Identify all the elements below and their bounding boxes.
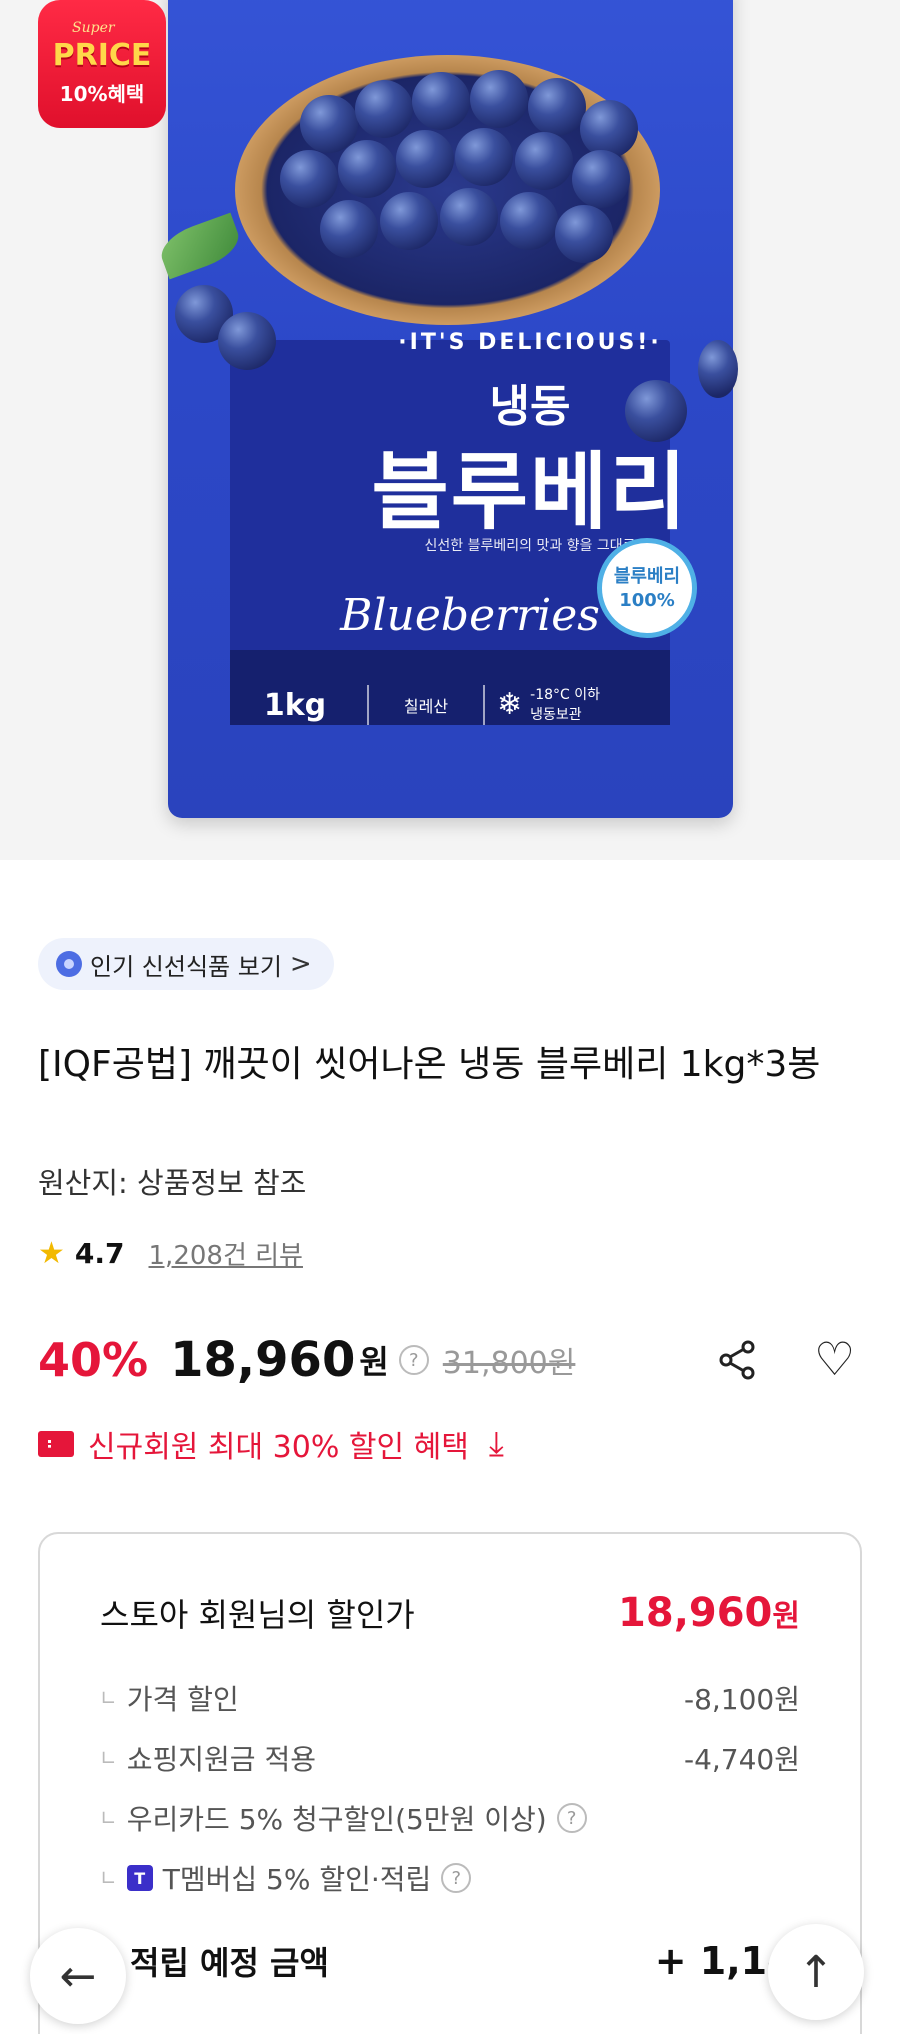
- rating-row: ★ 4.7 1,208건 리뷰: [38, 1235, 303, 1272]
- blueberry-illustration: [440, 188, 498, 246]
- storage-text: -18°C 이하 냉동보관: [530, 685, 600, 725]
- coupon-label: 신규회원 최대 30% 할인 혜택: [88, 1430, 469, 1465]
- line-label: 우리카드 5% 청구할인(5만원 이상): [126, 1803, 547, 1836]
- blueberry-illustration: [280, 150, 338, 208]
- arrow-up-icon: ↑: [797, 1946, 835, 1998]
- corner-icon: ∟: [100, 1686, 117, 1710]
- star-icon: ★: [38, 1236, 65, 1271]
- member-price-header: 스토아 회원님의 할인가 18,960원: [100, 1590, 800, 1636]
- corner-icon: ∟: [100, 1866, 117, 1890]
- blueberry-illustration: [355, 80, 413, 138]
- arrow-left-icon: ←: [59, 1950, 97, 2002]
- package-script-text: Blueberries: [340, 590, 600, 641]
- storage-line: -18°C 이하: [530, 687, 600, 703]
- blueberry-100-badge: 블루베리 100%: [597, 538, 697, 638]
- snowflake-icon: ❄: [497, 687, 523, 722]
- coupon-icon: [38, 1431, 74, 1457]
- chevron-right-icon: >: [289, 949, 312, 979]
- member-price-value: 18,960: [618, 1590, 773, 1636]
- badge-super-text: Super: [72, 20, 115, 36]
- blueberry-illustration: [515, 132, 573, 190]
- package-weight: 1kg: [263, 687, 327, 723]
- price-row: 40% 18,960 원 ? 31,800원 ♡: [38, 1330, 868, 1390]
- currency-unit: 원: [772, 1599, 800, 1634]
- product-image[interactable]: ·IT'S DELICIOUS!· 냉동 블루베리 신선한 블루베리의 맛과 향…: [0, 0, 900, 860]
- discount-line: ∟ T T멤버십 5% 할인·적립 ?: [100, 1858, 800, 1898]
- discount-line: ∟ 쇼핑지원금 적용 -4,740원: [100, 1738, 800, 1778]
- sale-price: 18,960: [170, 1332, 356, 1388]
- badge-line: 블루베리: [613, 566, 681, 587]
- storage-line: 냉동보관: [530, 707, 582, 723]
- help-icon[interactable]: ?: [556, 1803, 587, 1833]
- help-icon[interactable]: ?: [441, 1863, 472, 1893]
- currency-unit: 원: [359, 1343, 389, 1381]
- back-button[interactable]: ←: [30, 1928, 126, 2024]
- package-product-name: 블루베리: [371, 443, 689, 541]
- blueberry-illustration: [396, 130, 454, 188]
- corner-icon: ∟: [100, 1806, 117, 1830]
- price-help-icon[interactable]: ?: [398, 1345, 429, 1375]
- accrual-row: 적립 예정 금액 + 1,148: [100, 1938, 820, 1984]
- product-origin: 원산지: 상품정보 참조: [38, 1166, 307, 1200]
- line-label: 쇼핑지원금 적용: [126, 1743, 316, 1776]
- discount-rate: 40%: [38, 1333, 149, 1387]
- blueberry-illustration: [580, 100, 638, 158]
- package-slogan: ·IT'S DELICIOUS!·: [398, 330, 662, 355]
- super-price-badge: Super PRICE 10%혜택: [38, 0, 166, 128]
- heart-icon[interactable]: ♡: [814, 1334, 855, 1384]
- blueberry-illustration: [320, 200, 378, 258]
- chip-label: 인기 신선식품 보기: [90, 952, 282, 981]
- divider: [483, 685, 485, 725]
- line-value: -4,740원: [683, 1743, 800, 1776]
- scroll-top-button[interactable]: ↑: [768, 1924, 864, 2020]
- original-price: 31,800원: [442, 1346, 576, 1381]
- product-title: [IQF공법] 깨끗이 씻어나온 냉동 블루베리 1kg*3봉: [38, 1044, 821, 1085]
- discount-line: ∟ 가격 할인 -8,100원: [100, 1678, 800, 1718]
- share-icon[interactable]: [716, 1338, 760, 1382]
- review-count-link[interactable]: 1,208건 리뷰: [149, 1235, 303, 1272]
- blueberry-illustration: [380, 192, 438, 250]
- download-icon: ⤓: [488, 1424, 504, 1464]
- new-member-coupon-link[interactable]: 신규회원 최대 30% 할인 혜택 ⤓: [38, 1422, 504, 1466]
- member-price-amount: 18,960원: [618, 1590, 800, 1636]
- blueberry-illustration: [500, 192, 558, 250]
- rating-score: 4.7: [74, 1237, 125, 1270]
- divider: [367, 685, 369, 725]
- package-spec-row: 1kg 칠레산 ❄ -18°C 이하 냉동보관: [235, 685, 675, 725]
- blueberry-illustration: [470, 70, 528, 128]
- discount-line: ∟ 우리카드 5% 청구할인(5만원 이상) ?: [100, 1798, 800, 1838]
- line-value: -8,100원: [683, 1683, 800, 1716]
- blueberry-illustration: [455, 128, 513, 186]
- line-label: 가격 할인: [126, 1683, 239, 1716]
- package-origin: 칠레산: [403, 697, 449, 716]
- accrual-label: 적립 예정 금액: [130, 1944, 329, 1982]
- blueberry-illustration: [555, 205, 613, 263]
- blueberry-illustration: [572, 150, 630, 208]
- blueberry-illustration: [528, 78, 586, 136]
- blueberry-illustration: [412, 72, 470, 130]
- package-tagline: 신선한 블루베리의 맛과 향을 그대로: [424, 538, 636, 554]
- badge-line: 100%: [619, 590, 675, 611]
- badge-price-text: PRICE: [52, 38, 152, 73]
- badge-benefit-text: 10%혜택: [59, 82, 145, 106]
- blueberry-illustration: [338, 140, 396, 198]
- popular-fresh-food-link[interactable]: 인기 신선식품 보기 >: [38, 938, 334, 990]
- t-membership-icon: T: [126, 1865, 153, 1891]
- package-storage: ❄ -18°C 이하 냉동보관: [497, 685, 600, 725]
- member-price-box: 스토아 회원님의 할인가 18,960원 ∟ 가격 할인 -8,100원 ∟ 쇼…: [38, 1532, 862, 2034]
- line-label: T멤버십 5% 할인·적립: [162, 1863, 432, 1896]
- member-price-label: 스토아 회원님의 할인가: [100, 1596, 415, 1634]
- corner-icon: ∟: [100, 1746, 117, 1770]
- medal-icon: [56, 951, 82, 977]
